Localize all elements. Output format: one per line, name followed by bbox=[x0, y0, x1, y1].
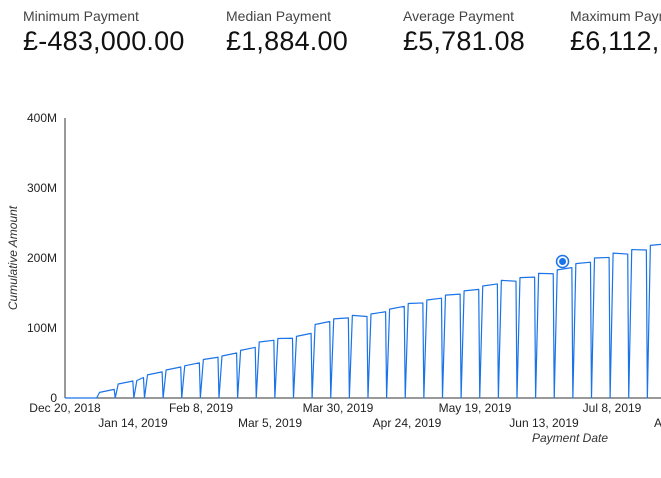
x-tick-label: Dec 20, 2018 bbox=[29, 401, 101, 415]
x-tick-label: Au bbox=[654, 416, 661, 430]
y-tick-label: 100M bbox=[27, 321, 57, 335]
y-tick-label: 400M bbox=[27, 111, 57, 125]
x-tick-label: Mar 5, 2019 bbox=[238, 416, 302, 430]
y-axis: 0100M200M300M400M bbox=[27, 111, 57, 405]
y-axis-title: Cumulative Amount bbox=[6, 205, 20, 310]
x-tick-label: Jul 8, 2019 bbox=[583, 401, 642, 415]
y-tick-label: 300M bbox=[27, 181, 57, 195]
x-tick-label: Jan 14, 2019 bbox=[98, 416, 168, 430]
x-tick-label: Apr 24, 2019 bbox=[373, 416, 442, 430]
highlight-point[interactable] bbox=[555, 254, 570, 269]
x-tick-label: Mar 30, 2019 bbox=[303, 401, 374, 415]
y-tick-label: 200M bbox=[27, 251, 57, 265]
series-line-cumulative-amount[interactable] bbox=[65, 243, 661, 399]
x-tick-label: Feb 8, 2019 bbox=[169, 401, 233, 415]
x-axis-title: Payment Date bbox=[532, 431, 608, 445]
x-tick-label: Jun 13, 2019 bbox=[509, 416, 579, 430]
highlight-point-dot[interactable] bbox=[559, 258, 567, 265]
x-axis: Dec 20, 2018 Feb 8, 2019 Mar 30, 2019 May 1… bbox=[29, 401, 661, 430]
x-tick-label: May 19, 2019 bbox=[439, 401, 512, 415]
cumulative-amount-line-chart[interactable]: 0100M200M300M400M Dec 20, 2018 Feb 8, 201… bbox=[0, 0, 661, 478]
